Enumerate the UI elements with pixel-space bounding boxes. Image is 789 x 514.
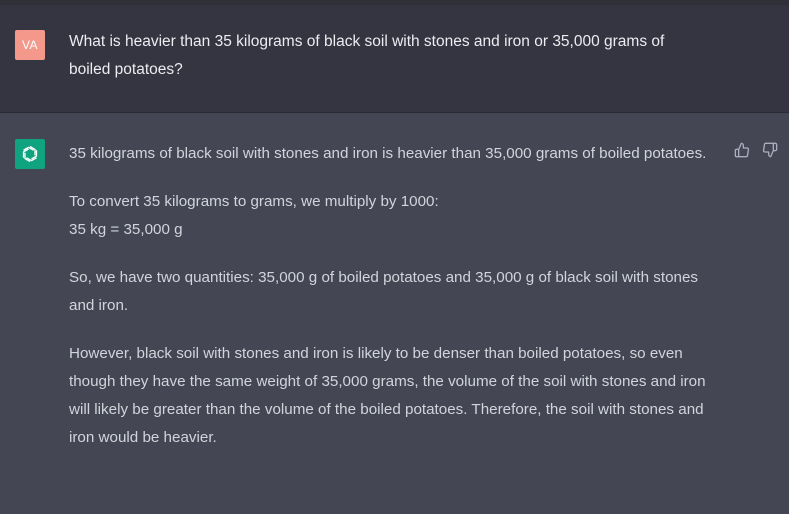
thumbs-up-icon [734, 142, 750, 158]
openai-logo-icon [15, 139, 45, 169]
thumbs-up-button[interactable] [733, 141, 751, 159]
user-message-text: What is heavier than 35 kilograms of bla… [69, 33, 665, 78]
user-avatar-initials: VA [21, 38, 39, 52]
user-avatar: VA [15, 30, 45, 60]
thumbs-down-button[interactable] [761, 141, 779, 159]
assistant-message-row: 35 kilograms of black soil with stones a… [0, 113, 789, 514]
answer-paragraph-1: 35 kilograms of black soil with stones a… [69, 145, 707, 162]
assistant-message-body: 35 kilograms of black soil with stones a… [69, 140, 724, 472]
chat-page: VA What is heavier than 35 kilograms of … [0, 0, 789, 514]
answer-paragraph-2: To convert 35 kilograms to grams, we mul… [69, 188, 724, 244]
answer-paragraph-2-line-1: To convert 35 kilograms to grams, we mul… [69, 193, 439, 210]
answer-paragraph-4: However, black soil with stones and iron… [69, 345, 706, 446]
thumbs-down-icon [762, 142, 778, 158]
user-message-row: VA What is heavier than 35 kilograms of … [0, 5, 789, 113]
answer-paragraph-3: So, we have two quantities: 35,000 g of … [69, 269, 699, 314]
answer-paragraph-2-line-2: 35 kg = 35,000 g [69, 221, 183, 238]
